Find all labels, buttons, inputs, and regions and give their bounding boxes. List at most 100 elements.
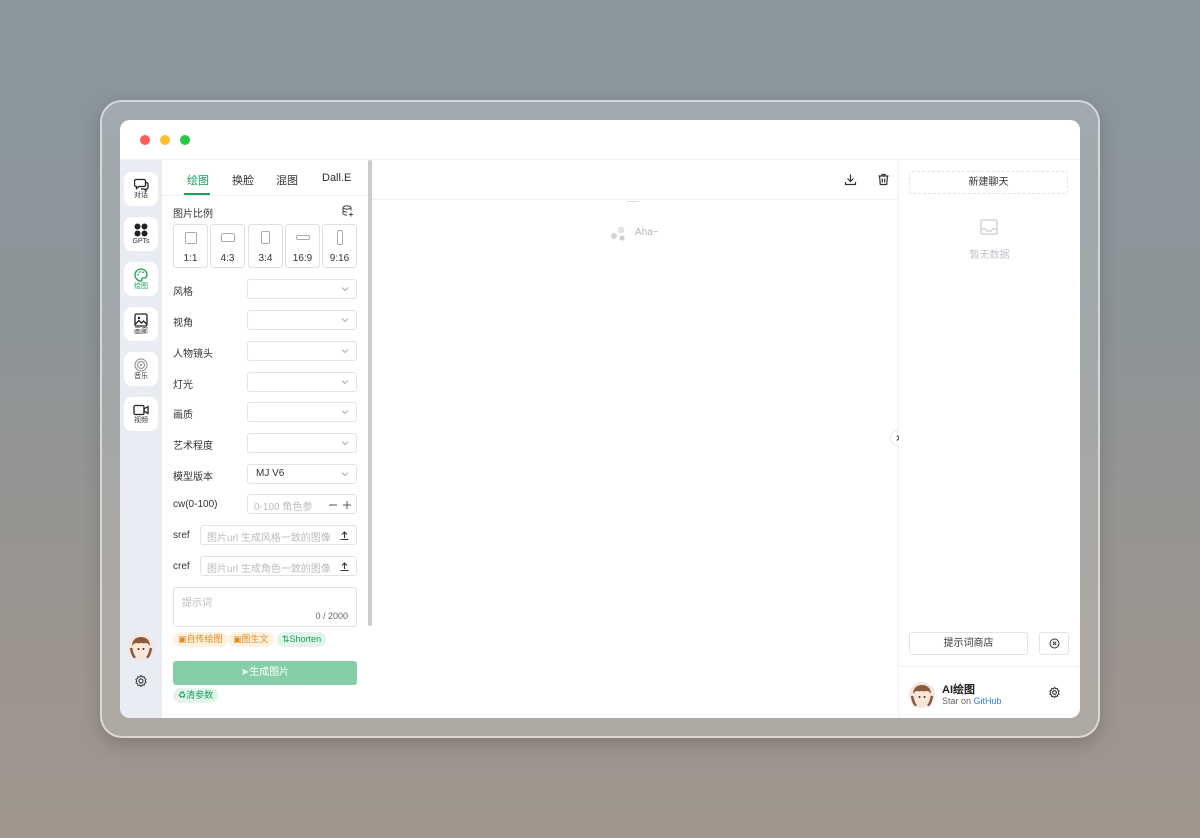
tag-self-draw[interactable]: ▣自传绘图: [173, 632, 228, 647]
ratio-text: 4:3: [220, 253, 235, 264]
plus-icon[interactable]: [342, 500, 352, 510]
upload-icon[interactable]: [339, 561, 350, 572]
tag-label: Shorten: [289, 634, 322, 644]
rail-item-chat[interactable]: 对话: [124, 172, 158, 206]
empty-state-label: 暂无数据: [969, 250, 1010, 261]
rail-item-gallery[interactable]: 画廊: [124, 307, 158, 341]
tab-draw[interactable]: 绘图: [187, 172, 209, 188]
sref-placeholder: 图片url 生成风格一致的图像: [207, 533, 331, 544]
upload-icon[interactable]: [339, 530, 350, 541]
ratio-option-1-1[interactable]: 1:1: [173, 224, 208, 268]
prompt-shop-button[interactable]: 提示词商店: [909, 632, 1028, 655]
tab-face-swap[interactable]: 换脸: [232, 172, 254, 188]
chevron-down-icon: [341, 287, 349, 292]
quality-select[interactable]: [247, 402, 357, 422]
select-value: MJ V6: [256, 468, 285, 479]
new-chat-button[interactable]: 新建聊天: [909, 171, 1068, 194]
rail-item-gpts[interactable]: GPTs: [124, 217, 158, 251]
prompt-counter: 0 / 2000: [315, 611, 348, 621]
title-bar: [120, 120, 1080, 160]
ratio-label: 图片比例: [173, 209, 213, 220]
rail-label: 绘图: [134, 282, 148, 290]
field-label-shot: 人物镜头: [173, 349, 213, 360]
field-label-style: 风格: [173, 287, 193, 298]
placeholder-text: Aha~: [635, 227, 659, 238]
sref-label: sref: [173, 530, 190, 541]
clear-label: 清参数: [186, 690, 214, 700]
app-avatar: [909, 682, 935, 708]
new-chat-label: 新建聊天: [968, 177, 1009, 188]
rail-label: 视频: [134, 416, 148, 424]
settings-gear-icon[interactable]: [1048, 686, 1061, 699]
field-label-quality: 画质: [173, 410, 193, 421]
generate-label: 生成图片: [249, 667, 290, 678]
cref-input[interactable]: 图片url 生成角色一致的图像: [200, 556, 357, 576]
model-version-select[interactable]: MJ V6: [247, 464, 357, 484]
ratio-option-16-9[interactable]: 16:9: [285, 224, 320, 268]
lighting-select[interactable]: [247, 372, 357, 392]
image-canvas-area: Aha~: [372, 160, 898, 718]
send-icon: ➤: [240, 667, 250, 678]
cw-label: cw(0-100): [173, 499, 218, 510]
nav-rail: 对话 GPTs 绘图 画廊 音乐 视频: [120, 160, 162, 718]
database-add-icon[interactable]: [342, 205, 354, 217]
rail-label: 音乐: [134, 372, 148, 380]
art-level-select[interactable]: [247, 433, 357, 453]
ratio-text: 1:1: [183, 253, 198, 264]
download-icon[interactable]: [844, 173, 857, 186]
cref-label: cref: [173, 561, 190, 572]
style-select[interactable]: [247, 279, 357, 299]
rail-item-music[interactable]: 音乐: [124, 352, 158, 386]
prompt-textarea[interactable]: 提示词 0 / 2000: [173, 587, 357, 627]
disc-icon: [134, 357, 148, 372]
user-avatar[interactable]: [128, 634, 154, 660]
clear-history-button[interactable]: [1039, 632, 1069, 655]
rail-label: GPTs: [132, 237, 150, 245]
ratio-option-9-16[interactable]: 9:16: [322, 224, 357, 268]
tab-blend[interactable]: 混图: [276, 172, 298, 188]
close-window-button[interactable]: [140, 135, 150, 145]
shot-select[interactable]: [247, 341, 357, 361]
field-label-art-level: 艺术程度: [173, 441, 213, 452]
ratio-shape: [337, 230, 343, 245]
ratio-shape: [261, 231, 270, 244]
ratio-text: 9:16: [329, 253, 350, 264]
inbox-empty-icon: [980, 219, 998, 235]
ratio-option-3-4[interactable]: 3:4: [248, 224, 283, 268]
rail-item-video[interactable]: 视频: [124, 397, 158, 431]
minus-icon[interactable]: [328, 500, 338, 510]
rail-item-draw[interactable]: 绘图: [124, 262, 158, 296]
scroll-hint: [627, 201, 639, 202]
footer-sub-prefix: Star on: [942, 696, 972, 706]
tag-shorten[interactable]: ⇅Shorten: [277, 632, 327, 647]
ratio-shape: [296, 235, 310, 240]
ratio-option-4-3[interactable]: 4:3: [210, 224, 245, 268]
apps-icon: [134, 223, 148, 236]
sref-input[interactable]: 图片url 生成风格一致的图像: [200, 525, 357, 545]
settings-gear-icon[interactable]: [134, 674, 148, 688]
prompt-placeholder: 提示词: [182, 598, 212, 609]
image-icon: [134, 312, 148, 327]
github-link[interactable]: GitHub: [974, 696, 1002, 706]
app-window: 对话 GPTs 绘图 画廊 音乐 视频 绘图 换脸 混图 Dall.E 图片比例…: [120, 120, 1080, 718]
tag-image-to-text[interactable]: ▣图生文: [228, 632, 274, 647]
ratio-text: 3:4: [258, 253, 273, 264]
ratio-shape: [185, 232, 197, 244]
loading-dots-icon: [611, 226, 625, 241]
trash-icon[interactable]: [877, 173, 890, 186]
cref-placeholder: 图片url 生成角色一致的图像: [207, 564, 331, 575]
minimize-window-button[interactable]: [160, 135, 170, 145]
close-circle-icon: [1049, 638, 1060, 649]
view-select[interactable]: [247, 310, 357, 330]
history-panel: 新建聊天 暂无数据 提示词商店 AI绘图 Star on GitHub: [899, 160, 1080, 718]
canvas-toolbar: [372, 160, 898, 200]
clear-params-button[interactable]: ♻清参数: [173, 688, 219, 703]
cw-stepper[interactable]: 0-100 角色参: [247, 494, 357, 514]
tab-dalle[interactable]: Dall.E: [322, 172, 351, 184]
chevron-down-icon: [341, 380, 349, 385]
chevron-down-icon: [341, 349, 349, 354]
field-label-lighting: 灯光: [173, 380, 193, 391]
chat-icon: [133, 178, 149, 191]
generate-image-button[interactable]: ➤生成图片: [173, 661, 357, 685]
maximize-window-button[interactable]: [180, 135, 190, 145]
